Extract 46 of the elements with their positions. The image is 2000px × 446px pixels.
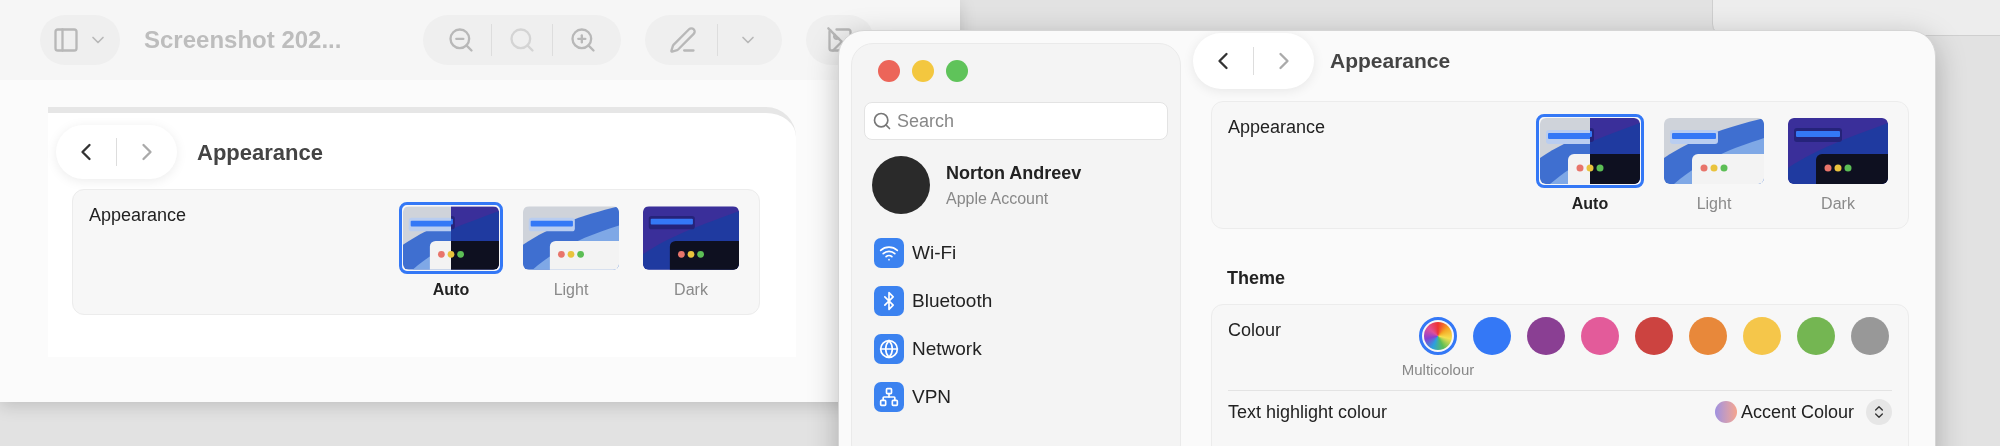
sidebar-item[interactable]: Bluetooth (874, 286, 1168, 316)
minimize-button[interactable] (912, 60, 934, 82)
accent-colour-swatch[interactable] (1689, 317, 1727, 355)
sidebar-item[interactable]: VPN (874, 382, 1168, 412)
avatar-placeholder[interactable] (872, 156, 930, 214)
setting-label: Appearance (1228, 116, 1327, 139)
accent-colour-swatch[interactable] (1419, 317, 1457, 355)
gradient-swatch-icon (1714, 401, 1737, 423)
account-subtitle: Apple Account (946, 188, 1050, 209)
theme-option-label: Dark (1821, 194, 1855, 214)
sidebar-icon (52, 26, 80, 54)
account-name[interactable]: Norton Andreev (946, 159, 1082, 187)
setting-label: Appearance (89, 204, 188, 227)
zoom-out-icon[interactable] (446, 26, 475, 54)
setting-label: Text highlight colour (1228, 400, 1389, 424)
highlight-colour-popup[interactable]: Accent Colour (1740, 398, 1854, 426)
accent-colour-swatch[interactable] (1635, 317, 1673, 355)
accent-colour-swatch[interactable] (1797, 317, 1835, 355)
window-title: Screenshot 202... (144, 25, 343, 55)
theme-option-label: Light (1696, 194, 1732, 214)
pencil-icon[interactable] (668, 26, 697, 54)
sidebar-item[interactable]: Wi-Fi (874, 238, 1168, 268)
wifi-icon (874, 238, 904, 268)
page-title: Appearance (197, 138, 323, 167)
stepper-icon[interactable] (1866, 399, 1892, 425)
search-icon (872, 111, 892, 131)
section-heading: Theme (1226, 267, 1287, 290)
zoom-in-icon[interactable] (568, 26, 597, 54)
sidebar-toggle-button[interactable] (40, 15, 120, 65)
theme-option-label: Auto (432, 280, 470, 300)
accent-colour-swatch[interactable] (1527, 317, 1565, 355)
accent-colour-swatch[interactable] (1581, 317, 1619, 355)
zoom-button[interactable] (946, 60, 968, 82)
page-title: Appearance (1330, 48, 1451, 75)
swatch-label: Multicolour (1401, 360, 1475, 380)
bluetooth-icon (874, 286, 904, 316)
sidebar-item[interactable]: Network (874, 334, 1168, 364)
accent-colour-swatch[interactable] (1851, 317, 1889, 355)
theme-option-label: Light (553, 280, 589, 300)
theme-option-label: Dark (674, 280, 708, 300)
accent-colour-swatch[interactable] (1473, 317, 1511, 355)
globe-icon (874, 334, 904, 364)
close-button[interactable] (878, 60, 900, 82)
accent-colour-swatch[interactable] (1743, 317, 1781, 355)
search-field[interactable]: Search (864, 102, 1168, 140)
theme-option-label: Auto (1571, 194, 1609, 214)
